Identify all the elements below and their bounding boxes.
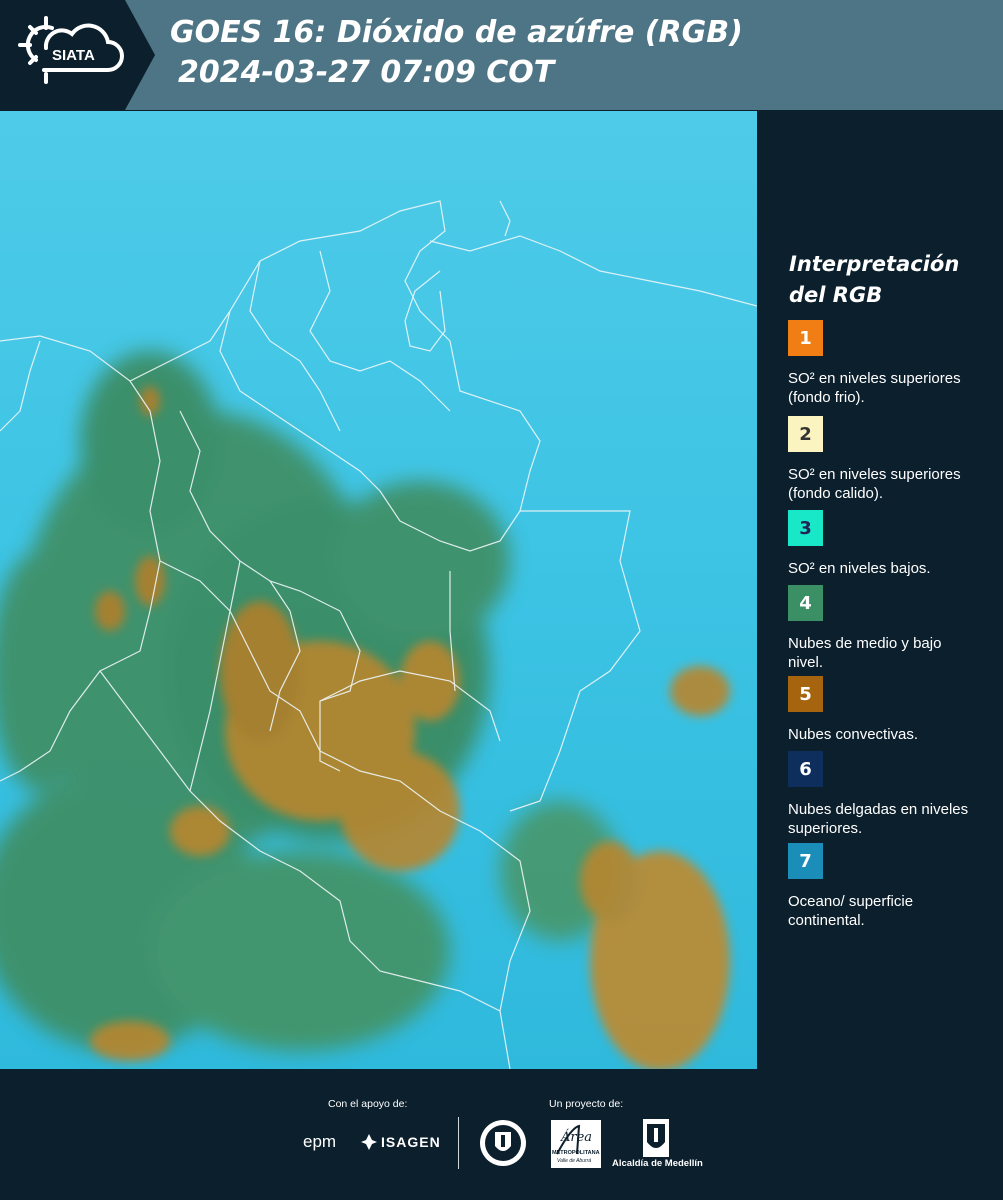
- isagen-logo: ISAGEN: [360, 1132, 441, 1152]
- logo-text: SIATA: [52, 47, 95, 64]
- alcaldia-logo: [642, 1118, 670, 1163]
- legend-swatch-4: 4: [788, 585, 823, 621]
- legend-item-7: 7 Oceano/ superficie continental.: [788, 843, 988, 930]
- legend-item-3: 3 SO² en niveles bajos.: [788, 510, 988, 578]
- header-bar: SIATA GOES 16: Dióxido de azúfre (RGB) 2…: [0, 0, 1003, 110]
- isagen-text: ISAGEN: [381, 1134, 441, 1150]
- epm-logo: epm: [303, 1132, 337, 1151]
- legend-title: Interpretación del RGB: [789, 249, 989, 311]
- satellite-map: [0, 111, 757, 1069]
- area-metropolitana-logo: Área METROPOLITANA Valle de Aburrá: [551, 1120, 601, 1168]
- isagen-icon: [361, 1134, 377, 1150]
- legend-title-line1: Interpretación: [789, 252, 960, 276]
- legend-swatch-6: 6: [788, 751, 823, 787]
- footer: Con el apoyo de: Un proyecto de: epm ISA…: [0, 1070, 1003, 1200]
- project-label: Un proyecto de:: [549, 1098, 624, 1110]
- legend-text-6: Nubes delgadas en niveles superiores.: [788, 801, 969, 837]
- medellin-seal-logo: [478, 1118, 528, 1173]
- legend-text-1: SO² en niveles superiores (fondo frio).: [788, 370, 961, 406]
- legend-text-7: Oceano/ superficie continental.: [788, 893, 914, 929]
- siata-logo: SIATA: [0, 0, 155, 110]
- legend-item-1: 1 SO² en niveles superiores (fondo frio)…: [788, 320, 988, 407]
- legend-title-line2: del RGB: [789, 283, 883, 307]
- page-title: GOES 16: Dióxido de azúfre (RGB): [170, 15, 743, 50]
- legend-text-2: SO² en niveles superiores (fondo calido)…: [788, 466, 961, 502]
- legend-item-6: 6 Nubes delgadas en niveles superiores.: [788, 751, 988, 838]
- legend-panel: Interpretación del RGB 1 SO² en niveles …: [760, 111, 1003, 1069]
- legend-swatch-2: 2: [788, 416, 823, 452]
- footer-divider: [458, 1117, 459, 1169]
- area-sub2: Valle de Aburrá: [557, 1158, 592, 1164]
- area-text: Área: [561, 1130, 593, 1145]
- legend-swatch-3: 3: [788, 510, 823, 546]
- legend-text-3: SO² en niveles bajos.: [788, 560, 931, 577]
- area-sub: METROPOLITANA: [552, 1150, 600, 1156]
- page-timestamp: 2024-03-27 07:09 COT: [178, 55, 555, 90]
- legend-text-4: Nubes de medio y bajo nivel.: [788, 635, 942, 671]
- legend-swatch-1: 1: [788, 320, 823, 356]
- legend-swatch-5: 5: [788, 676, 823, 712]
- alcaldia-text: Alcaldía de Medellín: [612, 1158, 703, 1169]
- legend-item-4: 4 Nubes de medio y bajo nivel.: [788, 585, 988, 672]
- support-label: Con el apoyo de:: [328, 1098, 408, 1110]
- legend-swatch-7: 7: [788, 843, 823, 879]
- legend-text-5: Nubes convectivas.: [788, 726, 919, 743]
- legend-item-2: 2 SO² en niveles superiores (fondo calid…: [788, 416, 988, 503]
- legend-item-5: 5 Nubes convectivas.: [788, 676, 988, 744]
